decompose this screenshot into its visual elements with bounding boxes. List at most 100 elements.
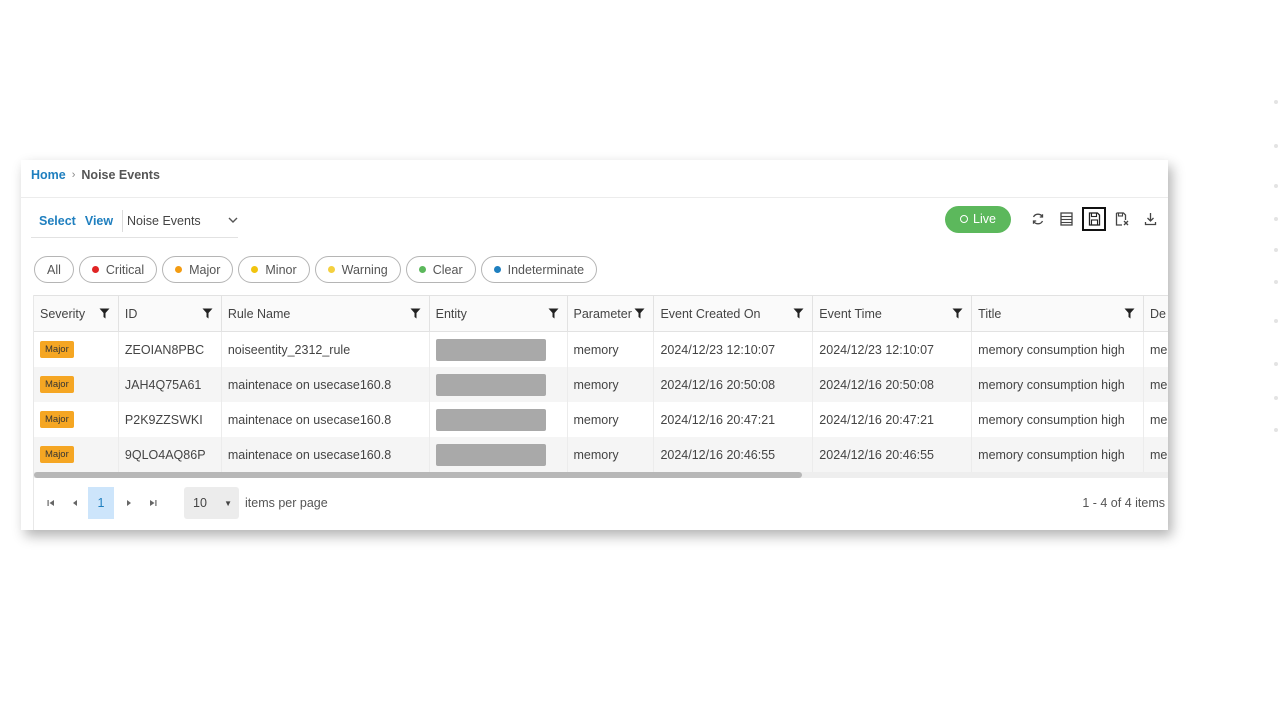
severity-badge: Major [40,341,74,358]
filter-icon[interactable] [952,308,963,319]
filter-chip-label: Major [189,262,221,277]
prev-page-button[interactable] [64,488,86,518]
filter-icon[interactable] [99,308,110,319]
view-selector-divider [122,209,124,232]
breadcrumb-home-link[interactable]: Home [31,168,66,182]
cell-entity [430,367,568,402]
filter-chip-label: Indeterminate [507,262,585,277]
page-size-select[interactable]: 10 ▼ [184,487,239,519]
table-row[interactable]: Major 9QLO4AQ86P maintenace on usecase16… [34,437,1168,472]
cell-parameter: memory [568,367,655,402]
filter-chip-indeterminate[interactable]: Indeterminate [480,256,598,283]
filter-chip-label: All [47,262,61,277]
table-row[interactable]: Major P2K9ZZSWKI maintenace on usecase16… [34,402,1168,437]
table-row[interactable]: Major JAH4Q75A61 maintenace on usecase16… [34,367,1168,402]
filter-chip-label: Critical [105,262,145,277]
cell-rule-name: maintenace on usecase160.8 [222,437,430,472]
column-header-severity[interactable]: Severity [34,296,119,331]
column-header-label: Event Time [819,306,882,321]
select-label: Select [39,213,76,228]
live-status-icon [960,215,969,223]
column-header-event-created-on[interactable]: Event Created On [654,296,814,331]
cell-title: memory consumption high [972,402,1144,437]
cell-severity: Major [34,367,119,402]
column-header-rule-name[interactable]: Rule Name [222,296,430,331]
first-page-button[interactable] [40,488,62,518]
cell-event-time: 2024/12/16 20:50:08 [813,367,973,402]
column-header-id[interactable]: ID [119,296,222,331]
column-header-label: Title [978,306,1002,321]
cell-entity [430,402,568,437]
breadcrumb-current: Noise Events [81,168,160,182]
cell-title: memory consumption high [972,332,1144,367]
column-header-event-time[interactable]: Event Time [813,296,973,331]
chevron-down-icon [228,215,238,227]
filter-icon[interactable] [634,308,645,319]
filter-chip-critical[interactable]: Critical [78,256,158,283]
cell-severity: Major [34,332,119,367]
next-page-icon [127,500,131,506]
view-label: View [84,213,114,228]
column-header-title[interactable]: Title [972,296,1144,331]
redacted-entity [435,408,546,431]
major-dot-icon [175,266,183,273]
next-page-button[interactable] [118,488,140,518]
column-header-label: ID [124,306,138,321]
events-table: Severity ID Rule Name Entity Parameter E… [33,295,1168,530]
items-per-page-label: items per page [245,496,328,510]
cell-event-time: 2024/12/16 20:47:21 [813,402,973,437]
filter-icon[interactable] [202,308,213,319]
columns-icon[interactable] [1054,207,1078,231]
cell-event-created-on: 2024/12/23 12:10:07 [654,332,814,367]
filter-chip-minor[interactable]: Minor [238,256,310,283]
column-header-description[interactable]: De [1144,296,1168,331]
breadcrumb: Home › Noise Events [31,168,160,182]
cell-id: JAH4Q75A61 [119,367,222,402]
cell-title: memory consumption high [972,367,1144,402]
first-page-icon [47,500,54,506]
last-page-button[interactable] [142,488,164,518]
filter-icon[interactable] [793,308,804,319]
noise-events-panel: Home › Noise Events Select View Noise Ev… [21,160,1168,530]
refresh-icon[interactable] [1026,207,1050,231]
clear-dot-icon [418,266,426,273]
cell-rule-name: maintenace on usecase160.8 [222,367,430,402]
table-header: Severity ID Rule Name Entity Parameter E… [34,295,1168,332]
filter-icon[interactable] [1124,308,1135,319]
view-dropdown[interactable]: Noise Events [127,214,238,228]
live-button[interactable]: Live [945,205,1011,233]
page-number-button[interactable]: 1 [88,487,114,519]
column-header-parameter[interactable]: Parameter [568,296,655,331]
filter-chip-label: Clear [432,262,463,277]
critical-dot-icon [91,266,99,273]
filter-chip-clear[interactable]: Clear [405,256,476,283]
cell-rule-name: maintenace on usecase160.8 [222,402,430,437]
pagination: 1 10 ▼ items per page 1 - 4 of 4 items [34,478,1168,528]
column-header-label: Rule Name [227,306,291,321]
cell-event-created-on: 2024/12/16 20:50:08 [654,367,814,402]
column-header-entity[interactable]: Entity [430,296,568,331]
cell-event-created-on: 2024/12/16 20:47:21 [654,402,814,437]
caret-down-icon: ▼ [224,498,232,508]
cell-severity: Major [34,402,119,437]
save-view-icon[interactable] [1082,207,1106,231]
cell-parameter: memory [568,332,655,367]
filter-chip-all[interactable]: All [34,256,74,283]
page-size-value: 10 [193,496,207,510]
severity-badge: Major [40,376,74,393]
breadcrumb-separator: › [71,169,76,181]
column-header-label: De [1150,306,1166,321]
filter-chip-major[interactable]: Major [162,256,234,283]
table-row[interactable]: Major ZEOIAN8PBC noiseentity_2312_rule m… [34,332,1168,367]
cell-description: me [1150,412,1168,427]
cell-title: memory consumption high [972,437,1144,472]
filter-chip-warning[interactable]: Warning [314,256,401,283]
filter-chip-label: Warning [341,262,388,277]
download-icon[interactable] [1138,207,1162,231]
filter-icon[interactable] [548,308,559,319]
saved-views-icon[interactable] [1110,207,1134,231]
cell-event-time: 2024/12/23 12:10:07 [813,332,973,367]
filter-icon[interactable] [410,308,421,319]
cell-rule-name: noiseentity_2312_rule [222,332,430,367]
redacted-entity [435,338,546,361]
